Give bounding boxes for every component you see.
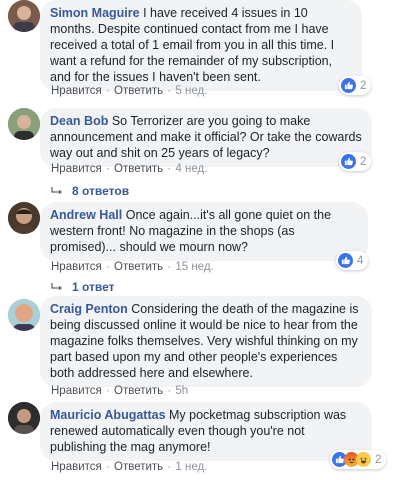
reaction-count: 2: [375, 453, 382, 466]
haha-reaction-icon: [356, 452, 371, 467]
replies-count[interactable]: 8 ответов: [72, 184, 129, 198]
like-reaction-icon: [341, 78, 356, 93]
reaction-summary[interactable]: 4: [336, 251, 369, 270]
comment-author[interactable]: Mauricio Abugattas: [50, 408, 166, 422]
replies-count[interactable]: 1 ответ: [72, 280, 115, 294]
comment-author[interactable]: Craig Penton: [50, 302, 128, 316]
timestamp[interactable]: 1 нед.: [175, 461, 207, 473]
like-link[interactable]: Нравится: [51, 261, 102, 273]
reply-arrow-icon: [51, 186, 62, 195]
comment-actions: Нравится · Ответить · 15 нед.: [51, 261, 214, 273]
reply-link[interactable]: Ответить: [114, 261, 163, 273]
avatar[interactable]: [8, 202, 40, 234]
reaction-count: 2: [360, 79, 367, 92]
like-link[interactable]: Нравится: [51, 163, 102, 175]
view-replies-link[interactable]: 1 ответ: [50, 280, 115, 294]
reaction-summary[interactable]: 2: [339, 76, 372, 95]
reply-arrow-icon: [51, 282, 62, 291]
timestamp[interactable]: 15 нед.: [175, 261, 213, 273]
reply-link[interactable]: Ответить: [114, 85, 163, 97]
comment-author[interactable]: Simon Maguire: [50, 6, 140, 20]
reaction-count: 4: [357, 254, 364, 267]
like-reaction-icon: [338, 253, 353, 268]
comment-author[interactable]: Andrew Hall: [50, 208, 122, 222]
reply-link[interactable]: Ответить: [114, 461, 163, 473]
reaction-count: 2: [360, 155, 367, 168]
comment-bubble: Simon Maguire I have received 4 issues i…: [40, 0, 362, 91]
like-link[interactable]: Нравится: [51, 461, 102, 473]
avatar[interactable]: [8, 299, 40, 331]
avatar[interactable]: [8, 402, 40, 434]
comment-bubble: Dean Bob So Terrorizer are you going to …: [40, 108, 372, 167]
avatar[interactable]: [8, 0, 40, 32]
like-link[interactable]: Нравится: [51, 385, 102, 397]
comment-bubble: Craig Penton Considering the death of th…: [40, 296, 372, 387]
timestamp[interactable]: 4 нед.: [175, 163, 207, 175]
avatar[interactable]: [8, 108, 40, 140]
comment-actions: Нравится · Ответить · 1 нед.: [51, 461, 208, 473]
reply-link[interactable]: Ответить: [114, 385, 163, 397]
view-replies-link[interactable]: 8 ответов: [50, 184, 129, 198]
like-reaction-icon: [341, 154, 356, 169]
timestamp[interactable]: 5h: [175, 385, 188, 397]
comment-author[interactable]: Dean Bob: [50, 114, 108, 128]
reaction-summary[interactable]: 2: [339, 152, 372, 171]
comment-actions: Нравится · Ответить · 4 нед.: [51, 163, 208, 175]
comment-actions: Нравится · Ответить · 5 нед.: [51, 85, 208, 97]
comment-actions: Нравится · Ответить · 5h: [51, 385, 189, 397]
comment-bubble: Andrew Hall Once again...it's all gone q…: [40, 202, 368, 261]
timestamp[interactable]: 5 нед.: [175, 85, 207, 97]
like-link[interactable]: Нравится: [51, 85, 102, 97]
reaction-summary[interactable]: 2: [330, 450, 387, 469]
comment-bubble: Mauricio Abugattas My pocketmag subscrip…: [40, 402, 372, 461]
reply-link[interactable]: Ответить: [114, 163, 163, 175]
